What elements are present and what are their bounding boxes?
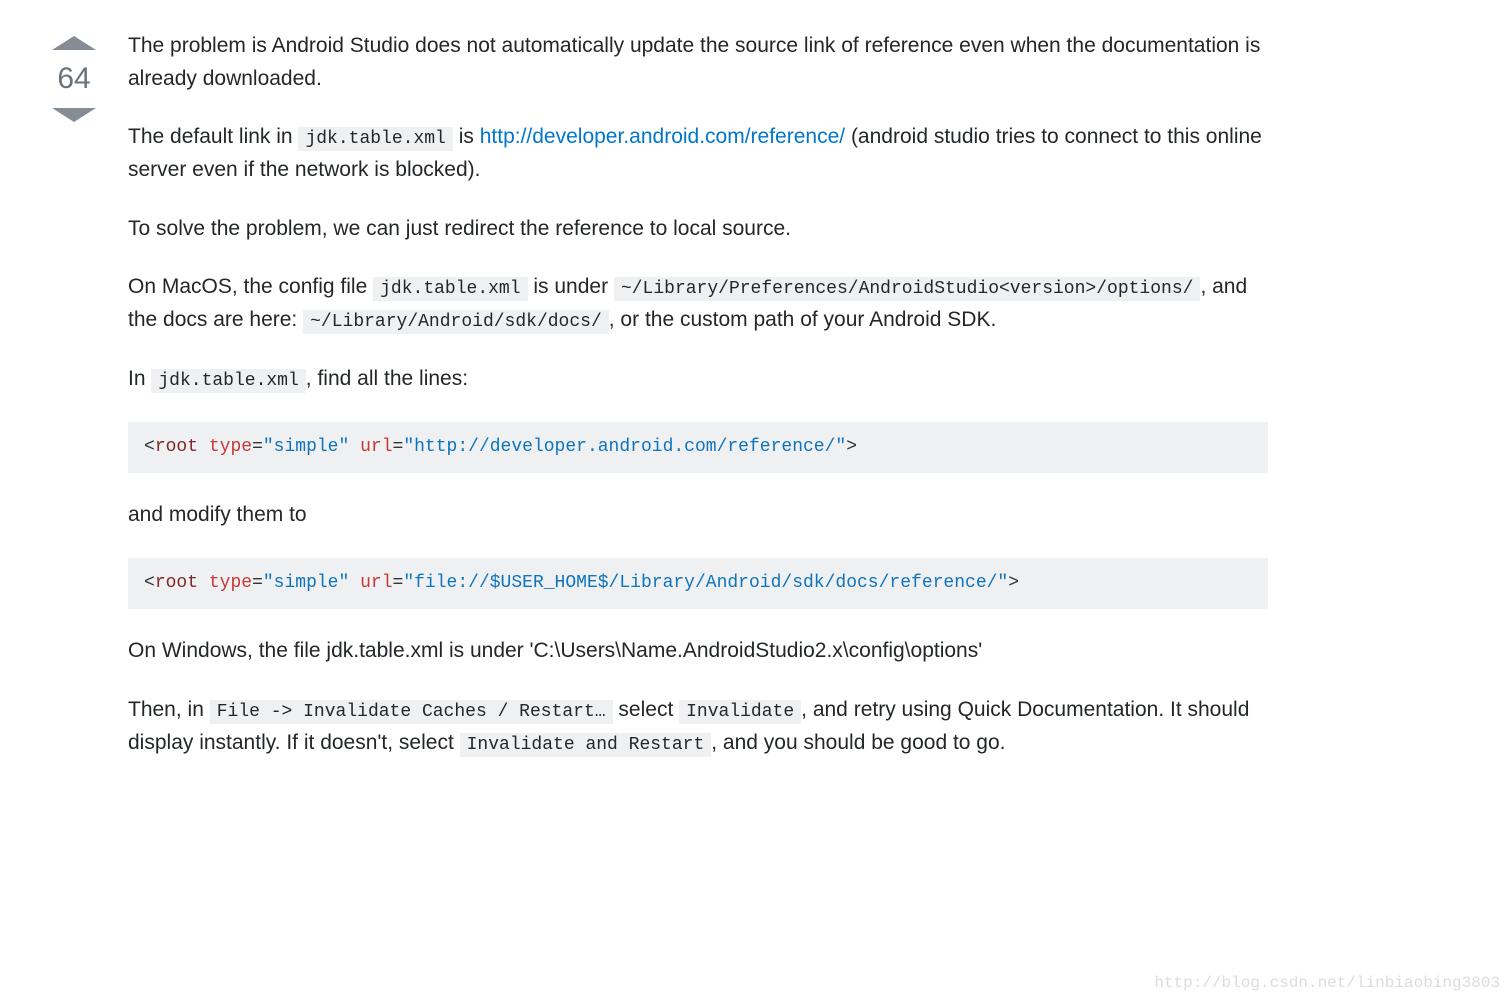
inline-code-jdk-table: jdk.table.xml: [298, 127, 452, 151]
xml-attr: url: [360, 573, 392, 593]
reference-link[interactable]: http://developer.android.com/reference/: [480, 125, 845, 148]
inline-code-menu-path: File -> Invalidate Caches / Restart…: [210, 700, 613, 724]
space: [198, 437, 209, 457]
punct: =: [393, 573, 404, 593]
xml-value: "simple": [263, 437, 349, 457]
punct: <: [144, 573, 155, 593]
inline-code-docs-path: ~/Library/Android/sdk/docs/: [303, 310, 609, 334]
punct: <: [144, 437, 155, 457]
punct: >: [1008, 573, 1019, 593]
code-block-original: <root type="simple" url="http://develope…: [128, 422, 1268, 473]
text: is: [453, 125, 480, 148]
paragraph-intro: The problem is Android Studio does not a…: [128, 30, 1268, 95]
paragraph-default-link: The default link in jdk.table.xml is htt…: [128, 121, 1268, 186]
paragraph-solution: To solve the problem, we can just redire…: [128, 213, 1268, 246]
punct: =: [252, 573, 263, 593]
xml-attr: type: [209, 437, 252, 457]
paragraph-windows: On Windows, the file jdk.table.xml is un…: [128, 635, 1268, 668]
vote-cell: 64: [40, 30, 108, 785]
text: , find all the lines:: [306, 367, 468, 390]
text: is under: [528, 275, 614, 298]
space: [198, 573, 209, 593]
xml-attr: url: [360, 437, 392, 457]
space: [349, 437, 360, 457]
inline-code-jdk-table: jdk.table.xml: [373, 277, 527, 301]
xml-tag: root: [155, 437, 198, 457]
code-block-modified: <root type="simple" url="file://$USER_HO…: [128, 558, 1268, 609]
paragraph-invalidate: Then, in File -> Invalidate Caches / Res…: [128, 694, 1268, 760]
text: , or the custom path of your Android SDK…: [609, 308, 997, 331]
inline-code-prefs-path: ~/Library/Preferences/AndroidStudio<vers…: [614, 277, 1201, 301]
paragraph-find-lines: In jdk.table.xml, find all the lines:: [128, 363, 1268, 396]
watermark: http://blog.csdn.net/linbiaobing3803: [1154, 971, 1500, 996]
text: , and you should be good to go.: [711, 731, 1005, 754]
xml-value: "simple": [263, 573, 349, 593]
answer-body: The problem is Android Studio does not a…: [128, 30, 1268, 785]
space: [349, 573, 360, 593]
inline-code-invalidate: Invalidate: [679, 700, 801, 724]
inline-code-jdk-table: jdk.table.xml: [151, 369, 305, 393]
downvote-icon[interactable]: [52, 108, 96, 122]
inline-code-invalidate-restart: Invalidate and Restart: [460, 733, 712, 757]
upvote-icon[interactable]: [52, 36, 96, 50]
paragraph-modify: and modify them to: [128, 499, 1268, 532]
text: The default link in: [128, 125, 298, 148]
punct: =: [393, 437, 404, 457]
text: In: [128, 367, 151, 390]
paragraph-macos: On MacOS, the config file jdk.table.xml …: [128, 271, 1268, 337]
xml-attr: type: [209, 573, 252, 593]
punct: =: [252, 437, 263, 457]
punct: >: [846, 437, 857, 457]
text: Then, in: [128, 698, 210, 721]
xml-value: "file://$USER_HOME$/Library/Android/sdk/…: [403, 573, 1008, 593]
text: On MacOS, the config file: [128, 275, 373, 298]
xml-value: "http://developer.android.com/reference/…: [403, 437, 846, 457]
xml-tag: root: [155, 573, 198, 593]
text: select: [613, 698, 680, 721]
vote-count: 64: [57, 64, 90, 94]
